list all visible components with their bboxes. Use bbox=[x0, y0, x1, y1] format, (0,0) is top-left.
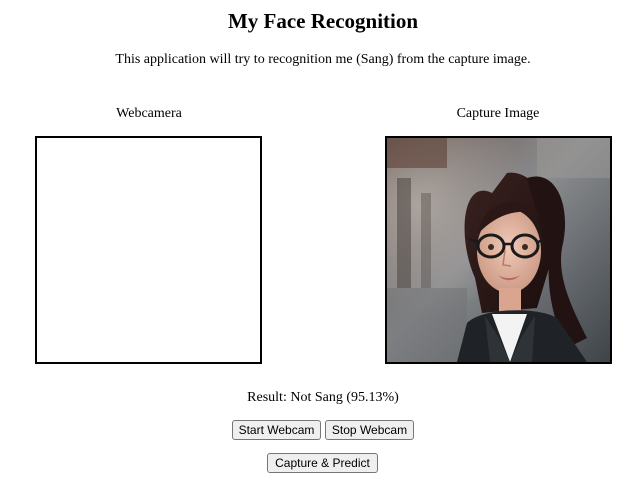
captured-image bbox=[385, 136, 612, 364]
app-description: This application will try to recognition… bbox=[115, 52, 531, 67]
stop-webcam-button[interactable]: Stop Webcam bbox=[325, 420, 414, 440]
page-title: My Face Recognition bbox=[227, 9, 419, 33]
webcam-label: Webcamera bbox=[116, 106, 182, 121]
captured-face-photo bbox=[387, 138, 610, 362]
start-webcam-button[interactable]: Start Webcam bbox=[232, 420, 321, 440]
prediction-result: Result: Not Sang (95.13%) bbox=[247, 390, 399, 405]
capture-predict-button[interactable]: Capture & Predict bbox=[267, 453, 378, 473]
webcam-video-area bbox=[35, 136, 262, 364]
capture-image-label: Capture Image bbox=[456, 106, 540, 121]
